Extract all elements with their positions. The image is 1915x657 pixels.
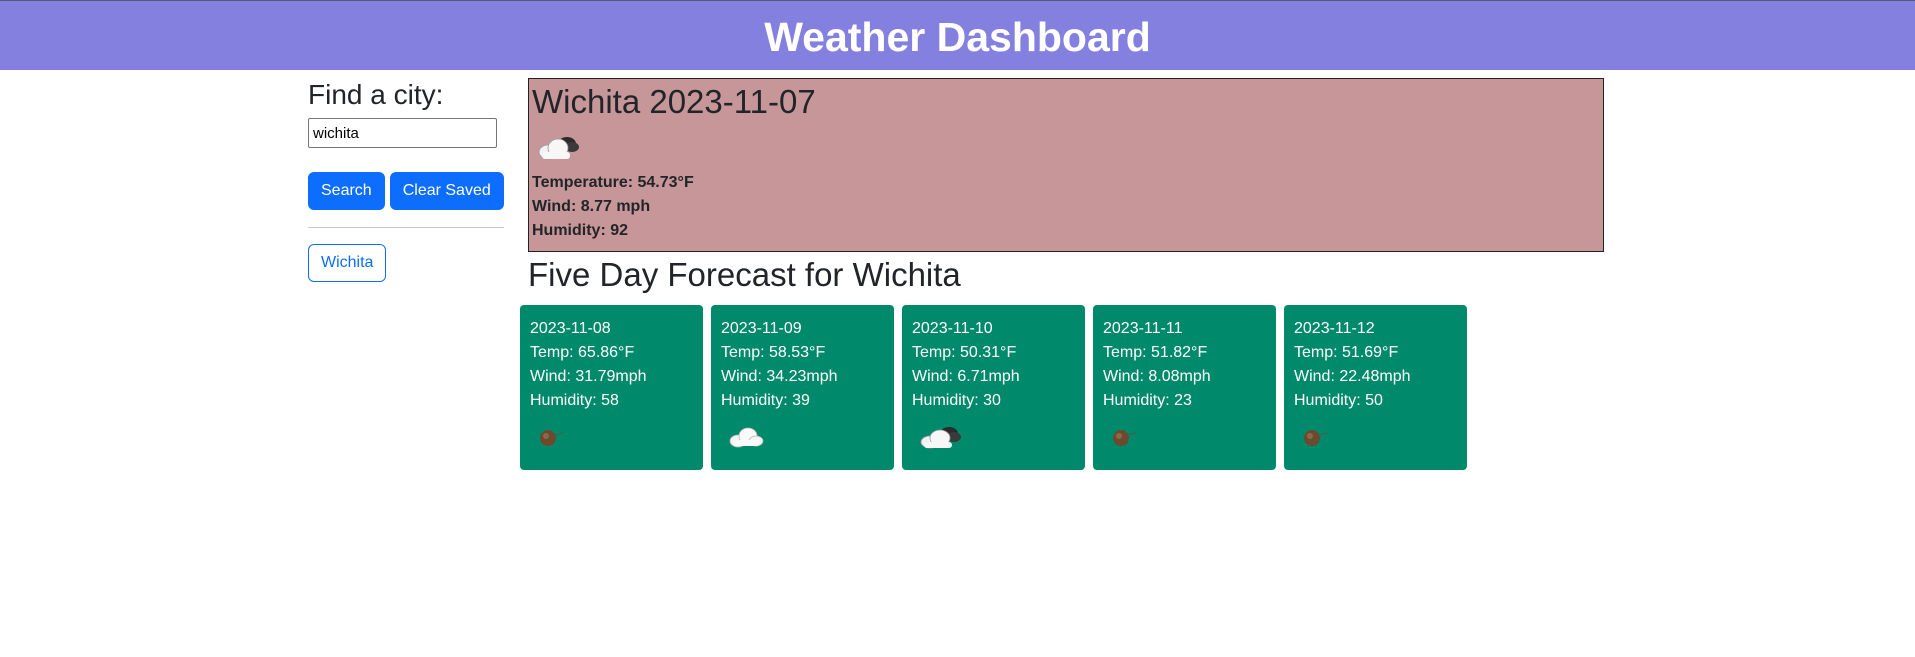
forecast-icon-wrap: [1103, 419, 1266, 455]
cloud-icon: [536, 132, 580, 162]
current-humidity: Humidity: 92: [532, 222, 629, 239]
forecast-temp: Temp: 51.69°F: [1294, 344, 1399, 361]
forecast-card: 2023-11-10 Temp: 50.31°F Wind: 6.71mph H…: [902, 305, 1085, 470]
forecast-wind: Wind: 6.71mph: [912, 368, 1020, 385]
forecast-humidity: Humidity: 39: [721, 392, 810, 409]
button-row: Search Clear Saved: [308, 172, 504, 210]
forecast-humidity: Humidity: 30: [912, 392, 1001, 409]
forecast-humidity: Humidity: 58: [530, 392, 619, 409]
saved-city-button[interactable]: Wichita: [308, 244, 387, 282]
forecast-temp: Temp: 51.82°F: [1103, 344, 1208, 361]
forecast-humidity: Humidity: 23: [1103, 392, 1192, 409]
forecast-card: 2023-11-11 Temp: 51.82°F Wind: 8.08mph H…: [1093, 305, 1276, 470]
divider: [308, 227, 504, 228]
forecast-date: 2023-11-12: [1294, 320, 1375, 337]
page-title: Weather Dashboard: [764, 14, 1151, 60]
white-cloud-icon: [727, 425, 765, 449]
forecast-icon-wrap: [721, 419, 884, 455]
forecast-date: 2023-11-09: [721, 320, 802, 337]
app-header: Weather Dashboard: [0, 0, 1915, 70]
forecast-icon-wrap: [1294, 419, 1457, 455]
forecast-wind: Wind: 31.79mph: [530, 368, 647, 385]
forecast-icon-wrap: [530, 419, 693, 455]
current-weather-title: Wichita 2023-11-07: [532, 83, 816, 120]
current-weather-panel: Wichita 2023-11-07 Temperature: 54.73°F …: [528, 78, 1604, 252]
city-search-input[interactable]: [308, 118, 497, 148]
current-temperature: Temperature: 54.73°F: [532, 174, 694, 191]
cloud-icon: [918, 423, 962, 451]
forecast-temp: Temp: 65.86°F: [530, 344, 635, 361]
forecast-temp: Temp: 58.53°F: [721, 344, 826, 361]
forecast-wind: Wind: 34.23mph: [721, 368, 838, 385]
forecast-date: 2023-11-08: [530, 320, 611, 337]
forecast-wind: Wind: 22.48mph: [1294, 368, 1411, 385]
forecast-card: 2023-11-08 Temp: 65.86°F Wind: 31.79mph …: [520, 305, 703, 470]
forecast-humidity: Humidity: 50: [1294, 392, 1383, 409]
search-button[interactable]: Search: [308, 172, 385, 210]
current-wind: Wind: 8.77 mph: [532, 198, 651, 215]
ball-icon: [536, 426, 566, 448]
forecast-card: 2023-11-09 Temp: 58.53°F Wind: 34.23mph …: [711, 305, 894, 470]
current-weather-icon-wrap: [532, 123, 1600, 171]
find-city-label: Find a city:: [308, 79, 444, 110]
ball-icon: [1109, 426, 1139, 448]
forecast-cards: 2023-11-08 Temp: 65.86°F Wind: 31.79mph …: [520, 305, 1467, 470]
ball-icon: [1300, 426, 1330, 448]
clear-saved-button[interactable]: Clear Saved: [389, 172, 504, 210]
forecast-date: 2023-11-11: [1103, 320, 1183, 337]
forecast-title: Five Day Forecast for Wichita: [528, 256, 961, 293]
forecast-card: 2023-11-12 Temp: 51.69°F Wind: 22.48mph …: [1284, 305, 1467, 470]
sidebar: Find a city: Search Clear Saved Wichita: [308, 78, 504, 282]
forecast-wind: Wind: 8.08mph: [1103, 368, 1211, 385]
forecast-temp: Temp: 50.31°F: [912, 344, 1017, 361]
forecast-date: 2023-11-10: [912, 320, 993, 337]
forecast-icon-wrap: [912, 419, 1075, 455]
